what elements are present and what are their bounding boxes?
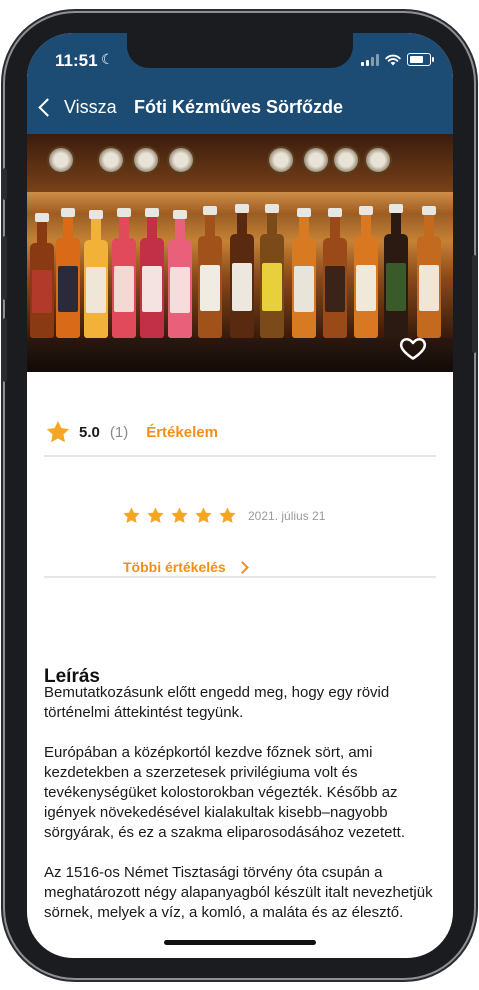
tap-plate — [167, 146, 195, 174]
beer-bottle — [354, 206, 378, 338]
back-label: Vissza — [64, 97, 117, 117]
chevron-right-icon — [235, 560, 249, 574]
beer-bottle — [384, 204, 408, 338]
notch — [127, 33, 353, 68]
beer-bottle — [56, 208, 80, 338]
tap-plate — [302, 146, 330, 174]
beer-bottle — [112, 208, 136, 338]
tap-plate — [47, 146, 75, 174]
beer-bottle — [260, 204, 284, 338]
rating-score: 5.0 — [79, 423, 100, 441]
tap-plate — [364, 146, 392, 174]
beer-bottle — [417, 206, 441, 338]
screen: 11:51 ☾ Vissza Fóti Kézműves Sörfőzde 5.… — [27, 33, 453, 958]
battery-icon — [407, 53, 434, 66]
beer-bottle — [140, 208, 164, 338]
rating-summary: 5.0 (1) Értékelem — [45, 419, 218, 445]
rating-count: (1) — [109, 423, 129, 441]
star-icon — [123, 507, 140, 524]
mute-switch — [3, 168, 7, 200]
back-button[interactable]: Vissza — [35, 97, 117, 118]
rate-button[interactable]: Értékelem — [146, 424, 218, 441]
page-title: Fóti Kézműves Sörfőzde — [134, 97, 344, 117]
description-paragraph: Európában a középkortól kezdve főznek sö… — [44, 744, 406, 841]
volume-down-button — [3, 318, 7, 382]
star-icon — [147, 507, 164, 524]
review-item: 2021. július 21 — [122, 506, 325, 525]
volume-up-button — [3, 236, 7, 300]
more-reviews-link[interactable]: Többi értékelés — [123, 559, 249, 575]
description-paragraph: Az 1516-os Német Tisztasági törvény óta … — [44, 864, 433, 921]
divider — [44, 455, 436, 457]
review-date: 2021. július 21 — [248, 508, 326, 523]
home-indicator — [164, 940, 316, 945]
beer-bottle — [198, 206, 222, 338]
beer-bottle — [292, 208, 316, 338]
bar-counter — [27, 338, 453, 372]
wifi-icon — [385, 54, 401, 65]
description-paragraph: Bemutatkozásunk előtt engedd meg, hogy e… — [44, 684, 390, 721]
power-button — [472, 255, 476, 353]
beer-bottle — [230, 204, 254, 338]
divider — [44, 576, 436, 578]
star-icon — [195, 507, 212, 524]
beer-bottle — [30, 213, 54, 338]
star-icon — [219, 507, 236, 524]
beer-bottle — [84, 210, 108, 338]
navigation-bar: 11:51 ☾ Vissza Fóti Kézműves Sörfőzde — [27, 33, 453, 134]
tap-plate — [332, 146, 360, 174]
chevron-left-icon — [38, 98, 57, 117]
tap-plate — [97, 146, 125, 174]
tap-plate — [132, 146, 160, 174]
beer-bottle — [168, 210, 192, 338]
more-reviews-label: Többi értékelés — [123, 559, 226, 575]
status-icons — [361, 53, 434, 66]
tap-plate — [267, 146, 295, 174]
brewery-photo — [27, 134, 453, 372]
moon-icon: ☾ — [101, 51, 114, 67]
beer-bottle — [323, 208, 347, 338]
star-icon — [171, 507, 188, 524]
cellular-signal-icon — [361, 53, 379, 66]
heart-outline-icon[interactable] — [399, 334, 427, 362]
star-icon — [46, 420, 70, 443]
status-time: 11:51 — [55, 51, 98, 70]
